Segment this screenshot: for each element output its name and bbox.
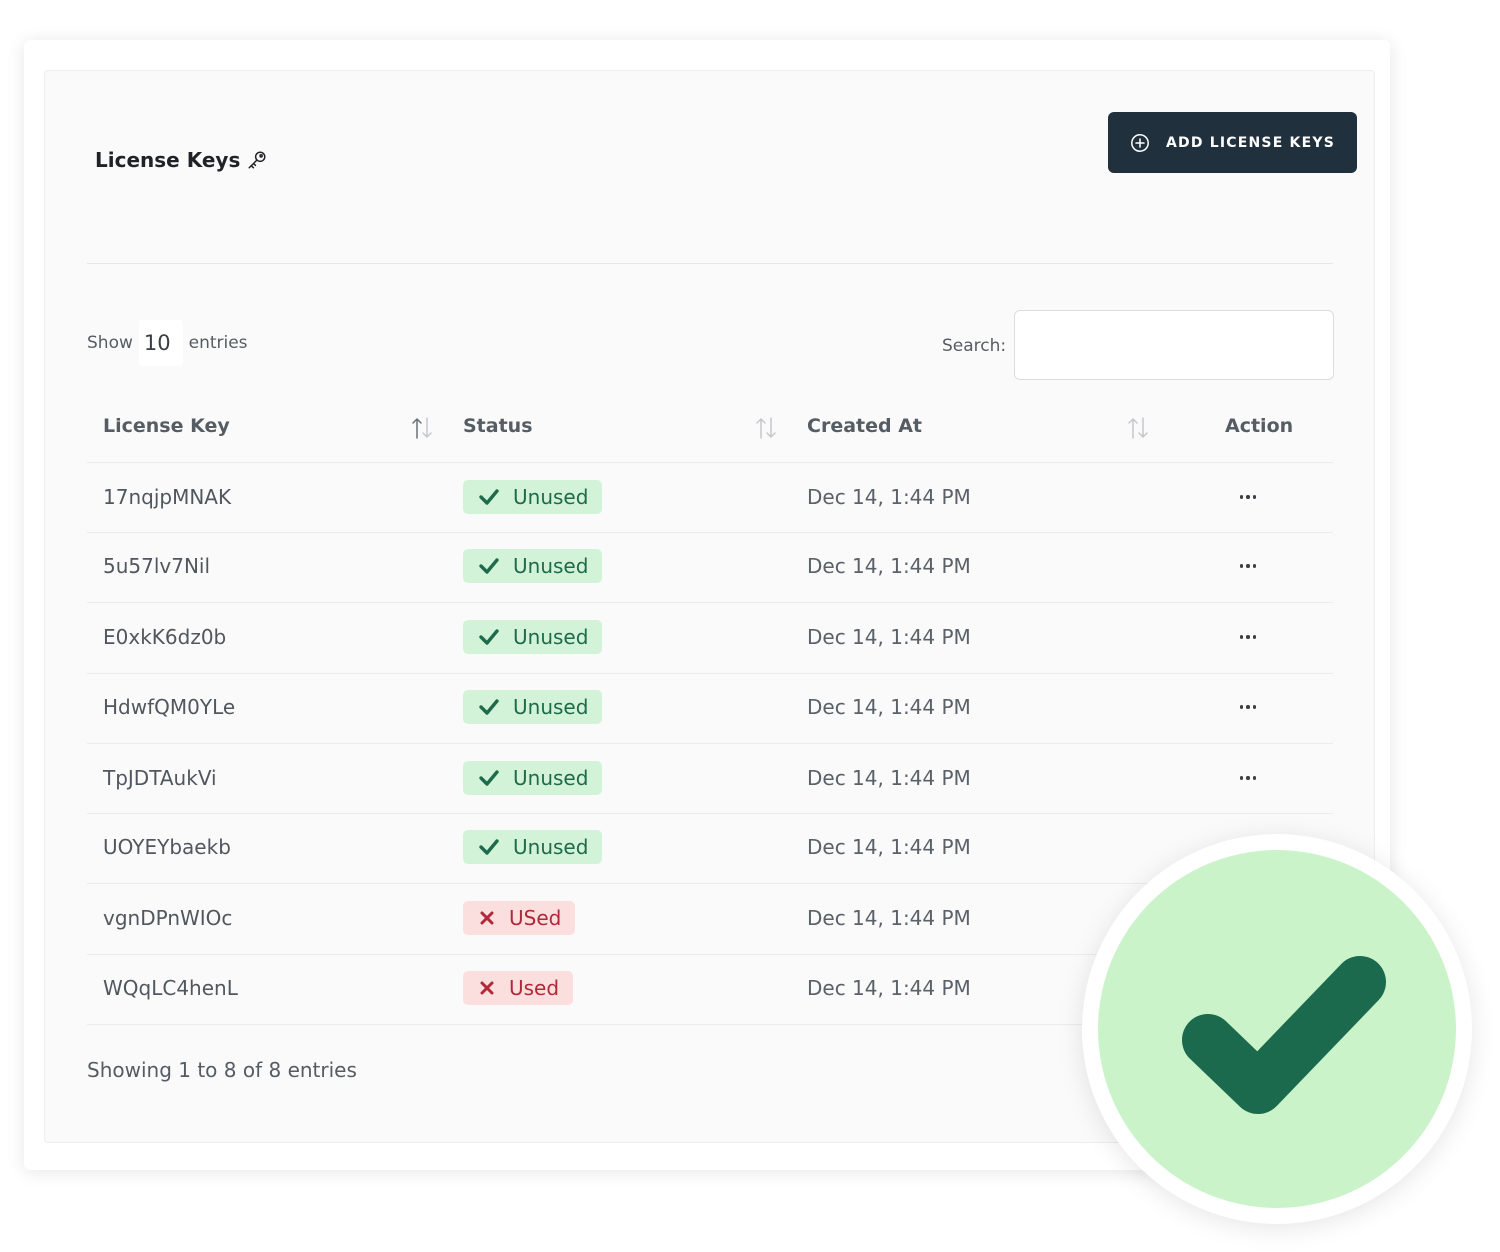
created-at-cell: Dec 14, 1:44 PM [807,906,971,930]
license-key-cell: vgnDPnWIOc [103,906,233,930]
row-divider [87,532,1333,533]
x-icon [477,977,497,999]
status-badge: USed [463,901,576,935]
status-text: Unused [513,485,589,509]
column-header-license-key[interactable]: License Key [103,415,230,437]
more-horizontal-icon[interactable] [1236,487,1260,507]
license-key-cell: TpJDTAukVi [103,766,217,790]
status-badge: Used [463,971,574,1005]
status-text: USed [509,906,562,930]
created-at-cell: Dec 14, 1:44 PM [807,835,971,859]
page-length-select[interactable]: 10 [138,320,183,366]
more-horizontal-icon[interactable] [1236,627,1260,647]
status-text: Unused [513,835,589,859]
status-text: Unused [513,625,589,649]
license-key-cell: E0xkK6dz0b [103,625,227,649]
status-text: Unused [513,766,589,790]
add-license-keys-label: ADD LICENSE KEYS [1166,134,1335,151]
row-divider [87,743,1333,744]
column-header-created-at[interactable]: Created At [807,415,922,437]
header-divider [87,263,1333,264]
key-icon [246,149,268,171]
status-badge: Unused [463,761,603,795]
more-horizontal-icon[interactable] [1236,697,1260,717]
check-icon [477,486,501,508]
status-badge: Unused [463,690,603,724]
license-key-cell: WQqLC4henL [103,976,238,1000]
search-input[interactable] [1014,310,1334,380]
check-icon [477,555,501,577]
column-header-status[interactable]: Status [463,415,533,437]
page-title: License Keys [95,148,268,172]
check-icon [477,836,501,858]
license-key-cell: UOYEYbaekb [103,835,231,859]
table-info: Showing 1 to 8 of 8 entries [87,1058,357,1082]
row-divider [87,813,1333,814]
add-license-keys-button[interactable]: ADD LICENSE KEYS [1108,112,1357,173]
page-length-control: Show 10 entries [87,320,248,366]
created-at-cell: Dec 14, 1:44 PM [807,695,971,719]
page-title-text: License Keys [95,148,241,172]
check-icon [477,767,501,789]
sort-arrows-icon[interactable] [1126,414,1150,442]
row-divider [87,602,1333,603]
status-badge: Unused [463,549,603,583]
more-horizontal-icon[interactable] [1236,556,1260,576]
sort-arrows-icon[interactable] [754,414,778,442]
status-badge: Unused [463,480,603,514]
status-badge: Unused [463,620,603,654]
license-key-cell: 17nqjpMNAK [103,485,232,509]
more-horizontal-icon[interactable] [1236,768,1260,788]
license-key-cell: 5u57lv7Nil [103,554,211,578]
show-label: Show [87,333,133,353]
row-divider [87,673,1333,674]
x-icon [477,907,497,929]
entries-label: entries [188,333,248,353]
check-icon [477,626,501,648]
status-text: Used [509,976,560,1000]
status-text: Unused [513,554,589,578]
created-at-cell: Dec 14, 1:44 PM [807,485,971,509]
search-label: Search: [942,336,1007,356]
created-at-cell: Dec 14, 1:44 PM [807,976,971,1000]
sort-arrows-icon[interactable] [410,414,434,442]
license-key-cell: HdwfQM0YLe [103,695,236,719]
check-icon [477,696,501,718]
created-at-cell: Dec 14, 1:44 PM [807,766,971,790]
success-check-icon [1182,956,1386,1114]
column-header-action: Action [1225,415,1294,437]
created-at-cell: Dec 14, 1:44 PM [807,554,971,578]
status-text: Unused [513,695,589,719]
table-header-divider [87,462,1333,463]
created-at-cell: Dec 14, 1:44 PM [807,625,971,649]
plus-circle-icon [1130,133,1150,153]
status-badge: Unused [463,830,603,864]
